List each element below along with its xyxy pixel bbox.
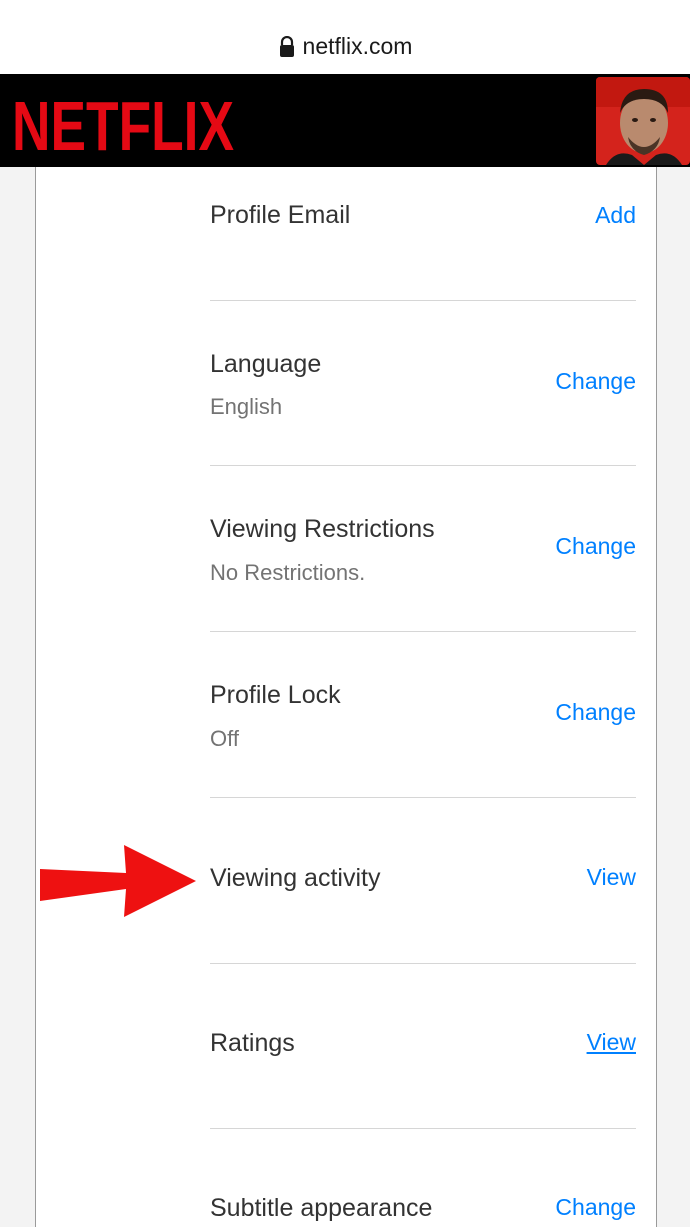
setting-row-language: Language English Change	[210, 300, 636, 466]
view-viewing-activity-link[interactable]: View	[587, 864, 636, 891]
site-header: NETFLIX	[0, 74, 690, 167]
change-profile-lock-link[interactable]: Change	[555, 699, 636, 726]
setting-title: Profile Lock	[210, 681, 341, 709]
setting-title: Viewing Restrictions	[210, 515, 435, 543]
lock-icon	[279, 35, 294, 57]
setting-title: Viewing activity	[210, 864, 381, 892]
url-display[interactable]: netflix.com	[0, 33, 690, 60]
red-arrow-icon	[40, 845, 196, 917]
setting-value: Off	[210, 726, 239, 751]
change-subtitle-appearance-link[interactable]: Change	[555, 1194, 636, 1221]
setting-value: English	[210, 394, 283, 419]
netflix-logo-text: NETFLIX	[12, 92, 234, 156]
change-viewing-restrictions-link[interactable]: Change	[555, 533, 636, 560]
setting-row-profile-email: Profile Email Add	[210, 167, 636, 301]
setting-row-profile-lock: Profile Lock Off Change	[210, 631, 636, 798]
setting-row-ratings: Ratings View	[210, 963, 636, 1129]
url-text: netflix.com	[302, 33, 413, 59]
avatar-image	[596, 77, 690, 165]
setting-row-viewing-restrictions: Viewing Restrictions No Restrictions. Ch…	[210, 465, 636, 632]
view-ratings-link[interactable]: View	[587, 1029, 636, 1056]
setting-title: Ratings	[210, 1029, 295, 1057]
setting-title: Language	[210, 350, 322, 378]
setting-value: No Restrictions.	[210, 560, 366, 585]
browser-url-bar[interactable]: netflix.com	[0, 0, 690, 75]
netflix-logo[interactable]: NETFLIX	[12, 92, 234, 156]
change-language-link[interactable]: Change	[555, 368, 636, 395]
setting-title: Subtitle appearance	[210, 1194, 433, 1222]
profile-settings-panel: Profile Email Add Language English Chang…	[35, 167, 657, 1227]
setting-row-viewing-activity: Viewing activity View	[210, 797, 636, 964]
add-profile-email-link[interactable]: Add	[595, 202, 636, 229]
setting-row-subtitle-appearance: Subtitle appearance Change	[210, 1128, 636, 1227]
setting-title: Profile Email	[210, 201, 351, 229]
profile-avatar[interactable]	[596, 77, 690, 165]
